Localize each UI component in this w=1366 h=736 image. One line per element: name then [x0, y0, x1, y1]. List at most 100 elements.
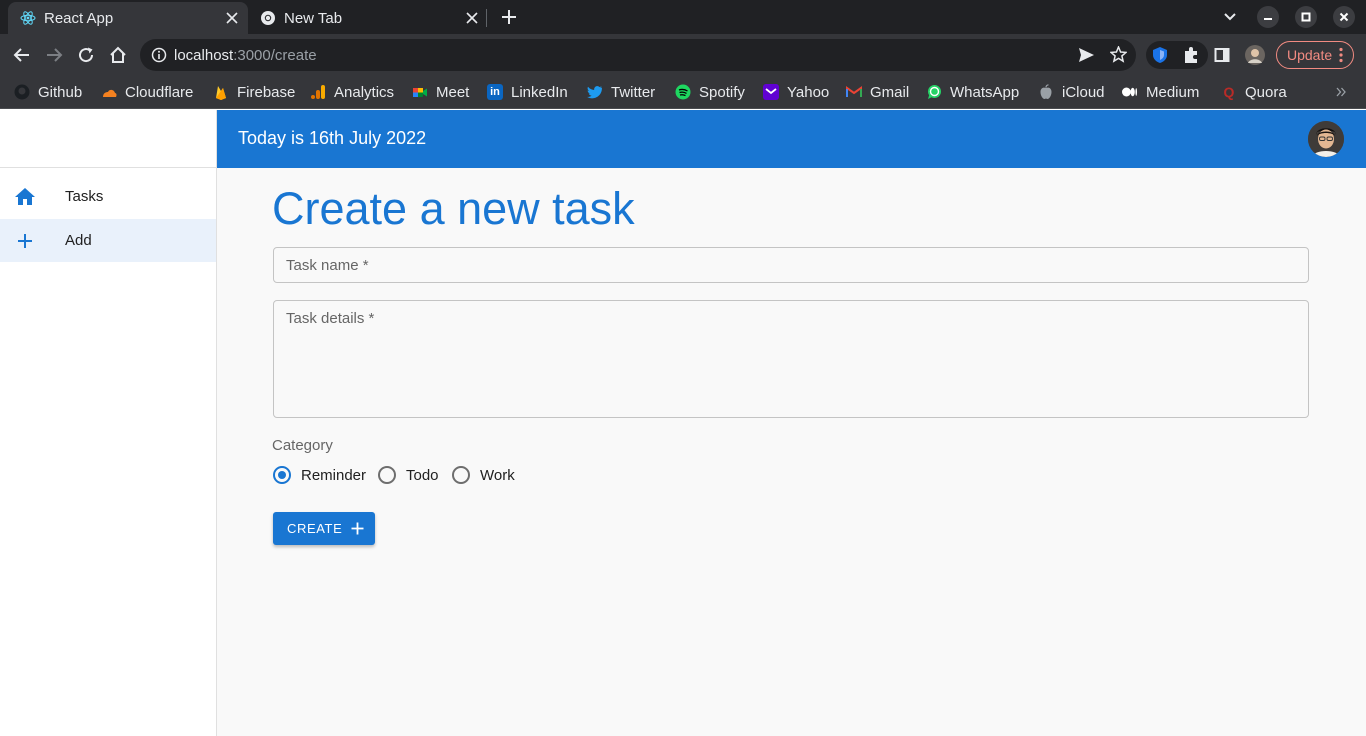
- gmail-icon: [846, 84, 862, 100]
- reload-button[interactable]: [73, 42, 99, 68]
- radio-checked-icon[interactable]: [273, 466, 291, 484]
- add-icon: [15, 231, 35, 251]
- create-button[interactable]: CREATE: [273, 512, 375, 545]
- tab-react-app[interactable]: React App: [8, 2, 248, 34]
- close-window-button[interactable]: [1331, 5, 1357, 29]
- address-bar[interactable]: localhost:3000/create: [140, 39, 1136, 71]
- bookmark-quora[interactable]: Q Quora: [1221, 81, 1287, 103]
- main-content: Create a new task Task name * Task detai…: [217, 168, 1366, 736]
- category-label: Category: [272, 437, 333, 454]
- bookmark-icloud[interactable]: iCloud: [1038, 81, 1105, 103]
- bookmark-whatsapp[interactable]: WhatsApp: [926, 81, 1019, 103]
- bookmark-yahoo[interactable]: Yahoo: [763, 81, 829, 103]
- close-icon: [1333, 6, 1355, 28]
- home-button[interactable]: [105, 42, 131, 68]
- bookmark-meet[interactable]: Meet: [412, 81, 469, 103]
- tab-new-tab[interactable]: New Tab: [248, 2, 488, 34]
- plus-icon: [351, 522, 364, 535]
- radio-todo[interactable]: Todo: [378, 465, 439, 485]
- apple-icon: [1038, 84, 1054, 100]
- send-icon[interactable]: [1078, 47, 1095, 68]
- minimize-icon: [1257, 6, 1279, 28]
- radio-label: Reminder: [301, 466, 367, 484]
- bookmark-gmail[interactable]: Gmail: [846, 81, 909, 103]
- forward-button[interactable]: [41, 42, 67, 68]
- yahoo-icon: [763, 84, 779, 100]
- sidebar-item-tasks[interactable]: Tasks: [0, 175, 216, 218]
- radio-reminder[interactable]: Reminder: [273, 465, 366, 485]
- sidebar-item-add[interactable]: Add: [0, 219, 216, 262]
- chevron-double-right-icon: [1336, 87, 1346, 97]
- profile-button[interactable]: [1242, 42, 1268, 68]
- linkedin-icon: in: [487, 84, 503, 100]
- radio-unchecked-icon[interactable]: [378, 466, 396, 484]
- bookmark-label: Gmail: [870, 83, 910, 101]
- side-panel-icon: [1214, 48, 1230, 62]
- bookmarks-overflow-button[interactable]: [1336, 81, 1346, 103]
- whatsapp-icon: [926, 84, 942, 100]
- task-details-textarea[interactable]: Task details *: [273, 300, 1309, 418]
- meet-icon: [412, 84, 428, 100]
- more-vert-icon: [1339, 47, 1343, 66]
- info-icon[interactable]: [151, 47, 167, 68]
- side-panel-button[interactable]: [1209, 42, 1235, 68]
- cloudflare-icon: [101, 84, 117, 100]
- bookmark-label: Github: [38, 83, 83, 101]
- bookmark-spotify[interactable]: Spotify: [675, 81, 745, 103]
- sidebar-item-label: Add: [65, 232, 92, 249]
- reload-icon: [79, 47, 94, 63]
- bookmark-label: Analytics: [334, 83, 395, 101]
- quora-icon: Q: [1223, 84, 1235, 100]
- tab-close-icon[interactable]: [222, 8, 242, 28]
- chrome-icon: [260, 10, 276, 26]
- radio-unchecked-icon[interactable]: [452, 466, 470, 484]
- bookmark-analytics[interactable]: Analytics: [310, 81, 394, 103]
- bookmark-cloudflare[interactable]: Cloudflare: [101, 81, 193, 103]
- sidebar-header: [0, 110, 216, 168]
- puzzle-icon[interactable]: [1182, 46, 1200, 69]
- task-name-input[interactable]: Task name *: [273, 247, 1309, 283]
- bookmark-label: Quora: [1245, 83, 1287, 101]
- minimize-button[interactable]: [1255, 5, 1281, 29]
- avatar[interactable]: [1308, 121, 1344, 157]
- bookmark-label: Cloudflare: [125, 83, 194, 101]
- url-host: localhost: [174, 46, 234, 64]
- github-icon: [14, 84, 30, 100]
- home-icon: [15, 187, 35, 207]
- plus-icon: [502, 10, 516, 24]
- bookmark-github[interactable]: Github: [14, 81, 82, 103]
- bookmark-twitter[interactable]: Twitter: [587, 81, 655, 103]
- analytics-icon: [310, 84, 326, 100]
- sidebar-item-label: Tasks: [65, 188, 104, 205]
- bookmark-label: Twitter: [611, 83, 656, 101]
- bookmark-linkedin[interactable]: in LinkedIn: [487, 81, 568, 103]
- bookmark-label: WhatsApp: [950, 83, 1020, 101]
- back-button[interactable]: [9, 42, 35, 68]
- tab-close-icon[interactable]: [462, 8, 482, 28]
- create-button-label: CREATE: [287, 521, 343, 536]
- arrow-right-icon: [47, 48, 63, 62]
- radio-work[interactable]: Work: [452, 465, 515, 485]
- new-tab-button[interactable]: [497, 5, 521, 29]
- header-date: Today is 16th July 2022: [238, 128, 427, 148]
- maximize-button[interactable]: [1293, 5, 1319, 29]
- arrow-left-icon: [13, 48, 29, 62]
- twitter-icon: [587, 84, 603, 100]
- firebase-icon: [213, 84, 229, 100]
- star-icon[interactable]: [1109, 45, 1128, 68]
- bookmark-label: Meet: [436, 83, 470, 101]
- tab-title: New Tab: [284, 9, 343, 27]
- radio-label: Work: [480, 466, 515, 484]
- spotify-icon: [675, 84, 691, 100]
- maximize-icon: [1295, 6, 1317, 28]
- bookmark-firebase[interactable]: Firebase: [213, 81, 295, 103]
- bookmark-medium[interactable]: Medium: [1122, 81, 1199, 103]
- chevron-down-icon: [1224, 13, 1236, 21]
- tab-title: React App: [44, 9, 114, 27]
- home-outline-icon: [110, 46, 126, 63]
- tab-search-button[interactable]: [1217, 5, 1243, 29]
- task-details-placeholder: Task details *: [286, 310, 375, 327]
- bookmark-label: Firebase: [237, 83, 296, 101]
- shield-extension-icon[interactable]: [1151, 46, 1169, 69]
- update-button[interactable]: Update: [1276, 41, 1354, 69]
